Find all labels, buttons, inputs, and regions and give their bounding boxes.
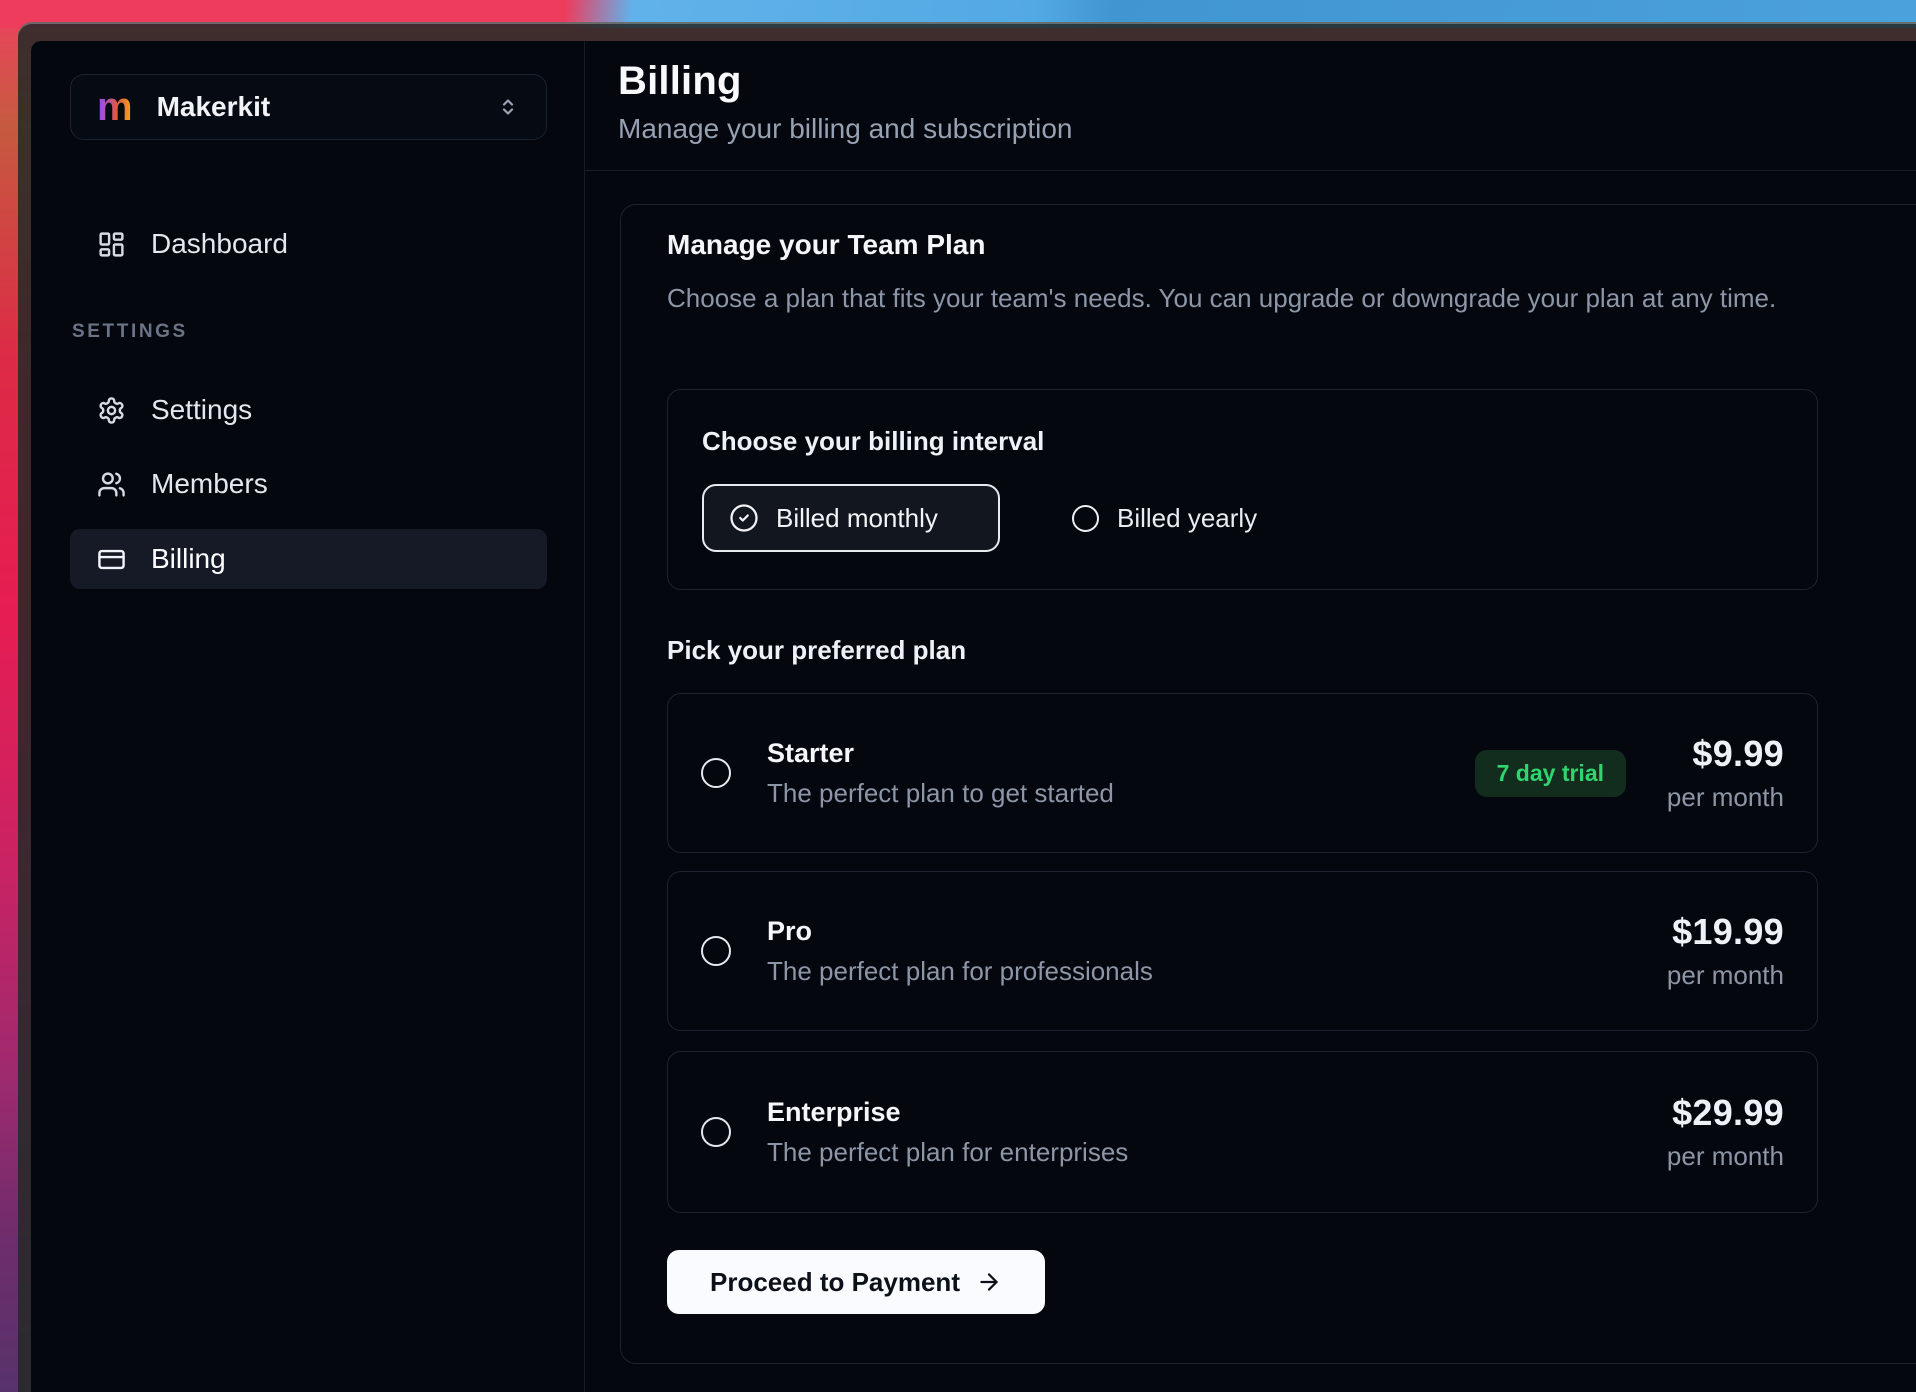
plan-description: The perfect plan for enterprises	[767, 1137, 1128, 1168]
price-column: $9.99 per month	[1666, 733, 1784, 813]
page-header: Billing Manage your billing and subscrip…	[585, 41, 1916, 171]
app-window: m Makerkit Dashboard	[18, 22, 1916, 1392]
plan-radio[interactable]	[701, 1117, 731, 1147]
dashboard-grid-icon	[97, 230, 126, 259]
gear-icon	[97, 396, 126, 425]
plan-right: $19.99 per month	[1666, 911, 1784, 991]
chevrons-up-down-icon	[496, 95, 520, 119]
billing-interval-box: Choose your billing interval Billed mont…	[667, 389, 1818, 590]
sidebar-item-members[interactable]: Members	[70, 457, 547, 511]
sidebar-item-label: Members	[151, 468, 268, 500]
page-subtitle: Manage your billing and subscription	[618, 113, 1916, 145]
credit-card-icon	[97, 545, 126, 574]
plan-period: per month	[1667, 1141, 1784, 1172]
workspace-selector[interactable]: m Makerkit	[70, 74, 547, 140]
proceed-to-payment-button[interactable]: Proceed to Payment	[667, 1250, 1045, 1314]
plan-radio[interactable]	[701, 758, 731, 788]
sidebar-item-billing[interactable]: Billing	[70, 529, 547, 589]
plan-right: $29.99 per month	[1666, 1092, 1784, 1172]
plan-name: Pro	[767, 916, 1153, 947]
interval-option-yearly[interactable]: Billed yearly	[1072, 503, 1257, 534]
plan-text: Pro The perfect plan for professionals	[767, 916, 1153, 987]
interval-option-yearly-label: Billed yearly	[1117, 503, 1257, 534]
sidebar-item-settings[interactable]: Settings	[70, 383, 547, 437]
interval-option-monthly[interactable]: Billed monthly	[702, 484, 1000, 552]
price-column: $19.99 per month	[1666, 911, 1784, 991]
plan-row-starter[interactable]: Starter The perfect plan to get started …	[667, 693, 1818, 853]
card-subtitle: Choose a plan that fits your team's need…	[667, 283, 1776, 314]
circle-check-icon	[729, 503, 759, 533]
billing-interval-label: Choose your billing interval	[702, 426, 1783, 457]
sidebar-section-label: SETTINGS	[72, 321, 188, 343]
page-title: Billing	[618, 59, 1916, 104]
plan-price: $9.99	[1692, 733, 1784, 775]
radio-circle[interactable]	[1072, 505, 1099, 532]
makerkit-logo: m	[97, 89, 133, 125]
desktop: m Makerkit Dashboard	[0, 0, 1916, 1392]
interval-option-monthly-label: Billed monthly	[776, 503, 938, 534]
plan-description: The perfect plan for professionals	[767, 956, 1153, 987]
users-icon	[97, 470, 126, 499]
billing-interval-options: Billed monthly Billed yearly	[702, 484, 1783, 552]
plan-card: Manage your Team Plan Choose a plan that…	[620, 204, 1916, 1364]
plan-price: $19.99	[1672, 911, 1784, 953]
arrow-right-icon	[976, 1269, 1002, 1295]
plan-name: Enterprise	[767, 1097, 1128, 1128]
plan-right: 7 day trial $9.99 per month	[1475, 733, 1784, 813]
plan-description: The perfect plan to get started	[767, 778, 1114, 809]
sidebar-item-label: Dashboard	[151, 228, 288, 260]
plan-text: Starter The perfect plan to get started	[767, 738, 1114, 809]
app-content: m Makerkit Dashboard	[31, 41, 1916, 1392]
plan-price: $29.99	[1672, 1092, 1784, 1134]
plan-row-enterprise[interactable]: Enterprise The perfect plan for enterpri…	[667, 1051, 1818, 1213]
price-column: $29.99 per month	[1666, 1092, 1784, 1172]
trial-badge: 7 day trial	[1475, 750, 1626, 797]
sidebar-item-dashboard[interactable]: Dashboard	[70, 217, 547, 271]
plan-radio[interactable]	[701, 936, 731, 966]
main-content: Billing Manage your billing and subscrip…	[585, 41, 1916, 1392]
plan-row-pro[interactable]: Pro The perfect plan for professionals $…	[667, 871, 1818, 1031]
workspace-name: Makerkit	[157, 91, 271, 123]
plan-period: per month	[1667, 782, 1784, 813]
card-title: Manage your Team Plan	[667, 229, 985, 261]
sidebar-item-label: Settings	[151, 394, 252, 426]
sidebar-item-label: Billing	[151, 543, 226, 575]
plans-label: Pick your preferred plan	[667, 635, 966, 666]
plan-period: per month	[1667, 960, 1784, 991]
plan-name: Starter	[767, 738, 1114, 769]
proceed-to-payment-label: Proceed to Payment	[710, 1267, 960, 1298]
sidebar: m Makerkit Dashboard	[31, 41, 585, 1392]
plan-text: Enterprise The perfect plan for enterpri…	[767, 1097, 1128, 1168]
